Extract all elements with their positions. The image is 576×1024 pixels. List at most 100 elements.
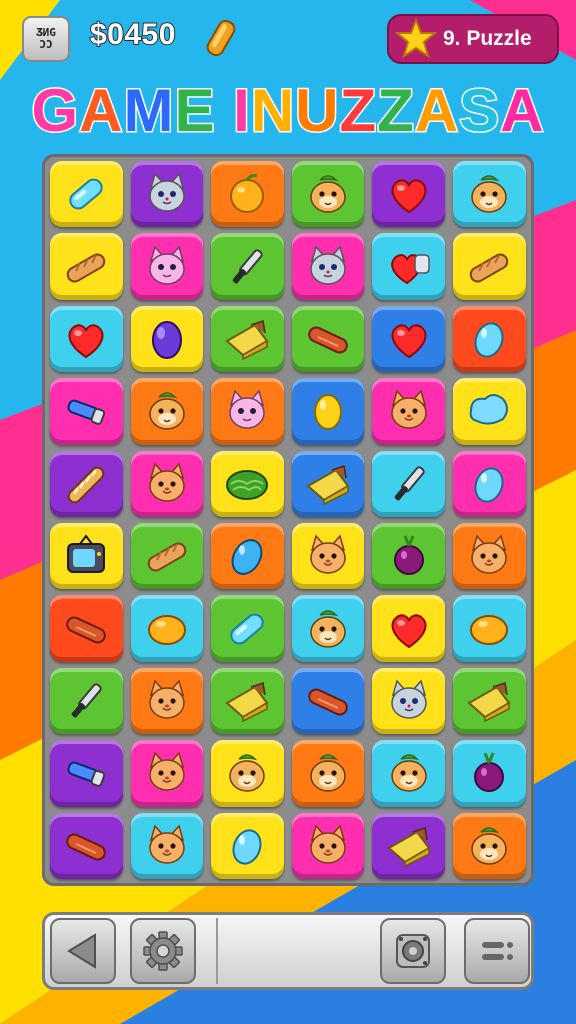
tile-r2-c2[interactable] — [130, 233, 204, 300]
tile-r9-c1[interactable] — [50, 740, 123, 807]
tile-r1-c2[interactable] — [130, 161, 204, 228]
tile-r3-c2[interactable] — [130, 305, 204, 373]
lettuce-icon — [226, 469, 269, 500]
cat-orange-icon — [310, 824, 346, 864]
tile-r8-c4[interactable] — [291, 667, 365, 735]
camera-button[interactable] — [380, 918, 446, 984]
tile-r1-c5[interactable] — [372, 161, 445, 228]
heart-bag-icon — [390, 253, 430, 284]
tile-r8-c3[interactable] — [211, 667, 284, 735]
tile-r6-c4[interactable] — [291, 522, 365, 590]
heart-icon — [391, 324, 427, 359]
tile-r9-c4[interactable] — [291, 740, 365, 807]
tile-r1-c6[interactable] — [452, 161, 526, 228]
bean-cyan-icon — [474, 467, 504, 503]
level-label: 9. Puzzle — [443, 27, 532, 50]
tile-r1-c3[interactable] — [211, 161, 284, 228]
tile-r4-c5[interactable] — [372, 378, 445, 445]
tile-r5-c5[interactable] — [372, 450, 445, 517]
tile-r4-c6[interactable] — [452, 378, 526, 445]
tile-r7-c2[interactable] — [130, 595, 204, 662]
tile-r10-c2[interactable] — [130, 812, 204, 879]
tile-r5-c2[interactable] — [130, 450, 204, 517]
star-icon — [395, 18, 437, 59]
tile-r3-c4[interactable] — [291, 305, 365, 373]
cheese-icon — [386, 826, 431, 867]
tile-r6-c3[interactable] — [211, 522, 284, 590]
cat-orange-icon — [471, 534, 508, 574]
hamster-icon — [310, 175, 346, 213]
title-letter: E — [173, 76, 216, 146]
tile-r8-c2[interactable] — [130, 667, 204, 735]
tile-r7-c1[interactable] — [50, 595, 123, 662]
tile-r1-c1[interactable] — [50, 161, 123, 228]
tile-r2-c5[interactable] — [372, 233, 445, 300]
tile-r9-c5[interactable] — [372, 740, 445, 807]
bean-yellow-icon — [314, 394, 343, 431]
capsule-icon — [69, 178, 103, 210]
blob-cyan-icon — [469, 394, 509, 425]
tile-r6-c5[interactable] — [372, 522, 445, 590]
cat-gray-icon — [149, 172, 185, 212]
tile-r3-c5[interactable] — [372, 305, 445, 373]
tile-r9-c6[interactable] — [452, 740, 526, 807]
options-button[interactable] — [464, 918, 530, 984]
tile-r10-c6[interactable] — [452, 812, 526, 879]
tile-r8-c1[interactable] — [50, 667, 123, 735]
tile-r3-c1[interactable] — [50, 305, 123, 373]
tile-r10-c3[interactable] — [211, 812, 284, 879]
tile-r2-c1[interactable] — [50, 233, 123, 300]
bean-orange-icon — [470, 614, 509, 645]
back-button[interactable] — [50, 918, 116, 984]
title-letter: N — [249, 76, 296, 146]
menu-icon — [482, 942, 513, 960]
level-badge[interactable]: 9. Puzzle — [387, 14, 559, 64]
tile-r8-c5[interactable] — [372, 667, 445, 735]
tile-r9-c2[interactable] — [130, 740, 204, 807]
cat-pink-icon — [149, 245, 185, 285]
hamster-icon — [310, 754, 346, 793]
tile-r7-c4[interactable] — [291, 595, 365, 662]
tile-r5-c1[interactable] — [50, 450, 123, 517]
tile-r1-c4[interactable] — [291, 161, 365, 228]
tile-r8-c6[interactable] — [452, 667, 526, 735]
settings-button[interactable] — [130, 918, 196, 984]
tile-r2-c3[interactable] — [211, 233, 284, 300]
game-board — [46, 158, 530, 882]
tile-r4-c2[interactable] — [130, 378, 204, 445]
heart-icon — [391, 613, 427, 648]
tile-r7-c6[interactable] — [452, 595, 526, 662]
tile-r10-c4[interactable] — [291, 812, 365, 879]
tile-r6-c1[interactable] — [50, 522, 123, 590]
tile-r7-c5[interactable] — [372, 595, 445, 662]
tile-r4-c4[interactable] — [291, 378, 365, 445]
cat-gray-icon — [310, 245, 346, 285]
tile-r5-c4[interactable] — [291, 450, 365, 517]
hamster-icon — [390, 754, 427, 793]
back-arrow-icon — [67, 933, 96, 969]
tile-r3-c6[interactable] — [452, 305, 526, 373]
title-letter: G — [30, 76, 80, 146]
hamster-icon — [229, 754, 266, 793]
bean-cyan-icon — [474, 322, 504, 358]
hamster-icon — [149, 392, 185, 431]
tile-r9-c3[interactable] — [211, 740, 284, 807]
tile-r3-c3[interactable] — [211, 305, 284, 373]
tile-r2-c6[interactable] — [452, 233, 526, 300]
title-letter: A — [413, 76, 460, 146]
tile-r10-c1[interactable] — [50, 812, 123, 879]
tile-r2-c4[interactable] — [291, 233, 365, 300]
tile-r6-c6[interactable] — [452, 522, 526, 590]
tile-r7-c3[interactable] — [211, 595, 284, 662]
tile-r4-c1[interactable] — [50, 378, 123, 445]
tile-r6-c2[interactable] — [130, 522, 204, 590]
title-letter: M — [122, 76, 175, 146]
cat-orange-icon — [310, 534, 346, 574]
tile-r4-c3[interactable] — [211, 378, 284, 445]
knife-icon — [71, 683, 102, 718]
tile-r10-c5[interactable] — [372, 812, 445, 879]
menu-button[interactable]: ƷИG ƆƆ — [22, 16, 70, 62]
tile-r5-c6[interactable] — [452, 450, 526, 517]
tile-r5-c3[interactable] — [211, 450, 284, 517]
bean-orange-icon — [147, 614, 186, 645]
